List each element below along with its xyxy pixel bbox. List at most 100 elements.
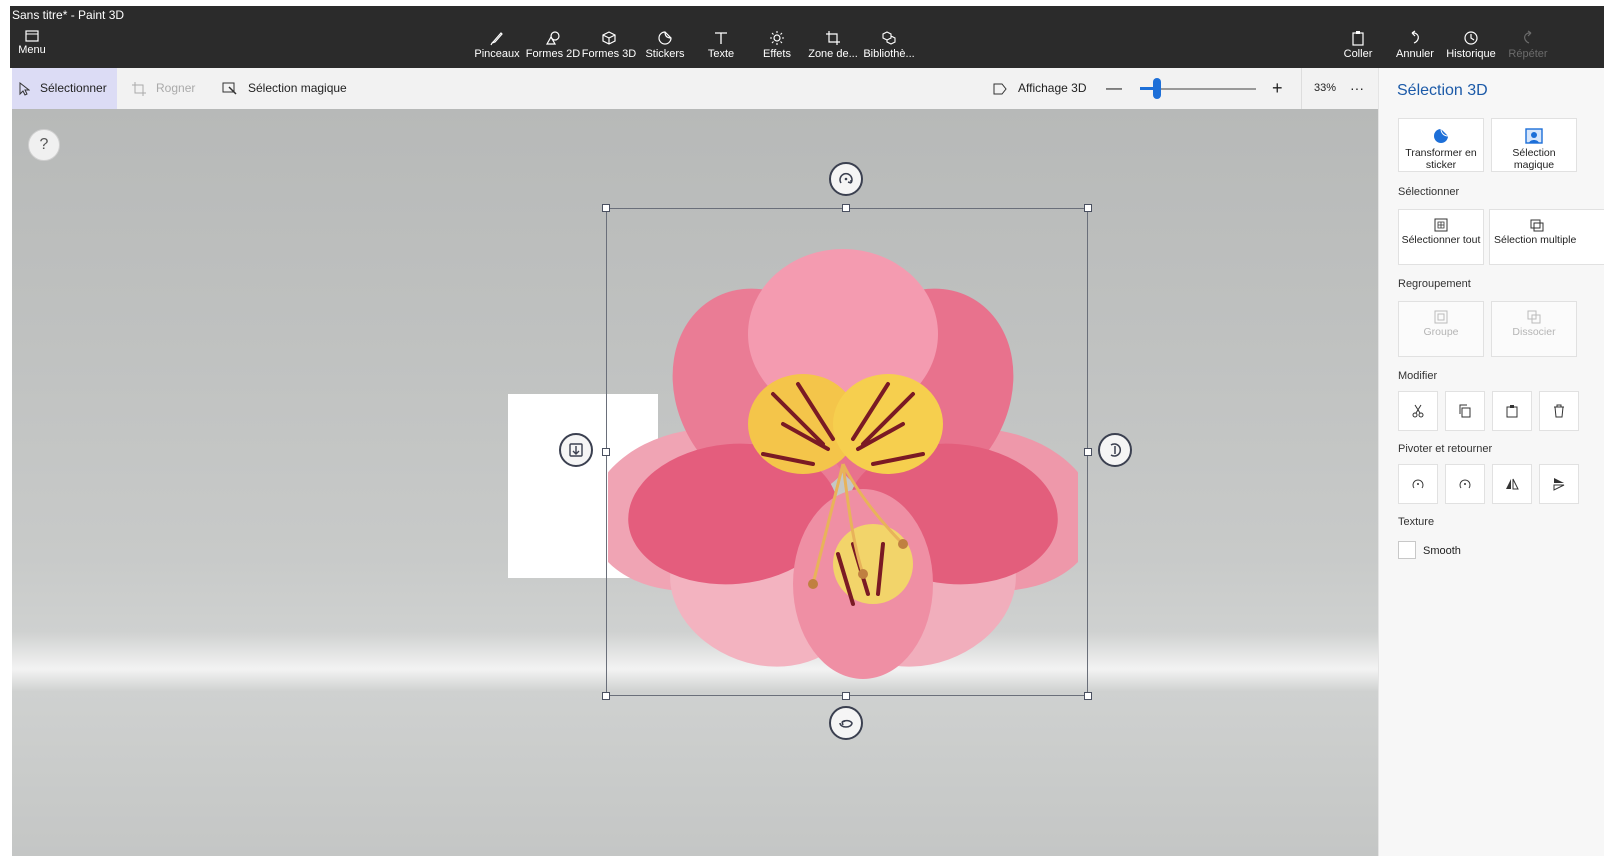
rotate-z-control[interactable] [829, 706, 863, 740]
tool-label: Zone de... [808, 48, 858, 60]
paste-button[interactable]: Coller [1330, 24, 1386, 68]
tool-library[interactable]: Bibliothè... [861, 24, 917, 68]
cut-button[interactable] [1398, 391, 1438, 431]
resize-handle-right[interactable] [1084, 448, 1092, 456]
redo-label: Répéter [1508, 48, 1548, 60]
history-button[interactable]: Historique [1443, 24, 1499, 68]
top-ribbon: Menu Pinceaux Formes 2D Formes 3D Sticke… [10, 24, 1604, 68]
tool-label: Formes 3D [581, 48, 637, 60]
resize-handle-bottom-right[interactable] [1084, 692, 1092, 700]
undo-button[interactable]: Annuler [1387, 24, 1443, 68]
cube-icon [602, 31, 616, 45]
view-3d-toggle[interactable]: Affichage 3D [986, 68, 1087, 109]
flip-horizontal-button[interactable] [1492, 464, 1532, 504]
multi-select-button[interactable]: Sélection multiple [1489, 209, 1604, 265]
selection-toolbar: Sélectionner Rogner Sélection magique Af… [12, 68, 1406, 109]
select-all-button[interactable]: Sélectionner tout [1398, 209, 1484, 265]
delete-button[interactable] [1539, 391, 1579, 431]
select-tool[interactable]: Sélectionner [12, 68, 117, 109]
sticker-icon [1434, 128, 1449, 143]
cursor-icon [18, 81, 30, 96]
copy-icon [1459, 404, 1471, 418]
paint3d-window: Sans titre* - Paint 3D Menu Pinceaux For… [0, 0, 1604, 856]
tool-text[interactable]: Texte [693, 24, 749, 68]
magic-select-icon [1525, 128, 1543, 144]
view-3d-label: Affichage 3D [1018, 81, 1087, 95]
zoom-out-button[interactable]: — [1106, 68, 1122, 109]
tool-stickers[interactable]: Stickers [637, 24, 693, 68]
group-icon [1434, 310, 1448, 324]
tool-brushes[interactable]: Pinceaux [469, 24, 525, 68]
rotate-x-control[interactable] [829, 162, 863, 196]
crop-tool[interactable]: Rogner [126, 68, 195, 109]
rotate-y-control[interactable] [1098, 433, 1132, 467]
tool-label: Formes 2D [525, 48, 581, 60]
modify-section-label: Modifier [1398, 370, 1438, 382]
crop-icon [132, 81, 146, 96]
multi-select-label: Sélection multiple [1494, 234, 1577, 246]
undo-label: Annuler [1396, 48, 1434, 60]
zoom-percent: 33% [1301, 68, 1347, 109]
texture-section-label: Texture [1398, 516, 1435, 528]
resize-handle-left[interactable] [602, 448, 610, 456]
selection-3d-panel: Sélection 3D Transformer en sticker Séle… [1378, 68, 1604, 856]
zoom-slider-thumb[interactable] [1153, 78, 1162, 99]
tool-effects[interactable]: Effets [749, 24, 805, 68]
undo-icon [1411, 30, 1419, 44]
rotate-icon [839, 173, 853, 184]
rotate-left-button[interactable] [1398, 464, 1438, 504]
canvas-area[interactable]: ? [12, 109, 1406, 856]
history-label: Historique [1446, 48, 1496, 60]
paste-icon [1352, 31, 1364, 46]
group-label: Groupe [1423, 326, 1459, 338]
ungroup-icon [1527, 310, 1541, 324]
resize-handle-top-left[interactable] [602, 204, 610, 212]
ungroup-button[interactable]: Dissocier [1491, 301, 1577, 357]
tool-label: Bibliothè... [863, 48, 915, 60]
menu-label: Menu [18, 44, 46, 56]
selection-bounding-box[interactable] [606, 208, 1088, 696]
copy-button[interactable] [1445, 391, 1485, 431]
crop-label: Rogner [156, 81, 196, 95]
shapes-2d-icon [545, 31, 560, 45]
resize-handle-bottom[interactable] [842, 692, 850, 700]
select-section-label: Sélectionner [1398, 186, 1460, 198]
tool-shapes-3d[interactable]: Formes 3D [581, 24, 637, 68]
tool-label: Effets [763, 48, 791, 60]
rotate-right-button[interactable] [1445, 464, 1485, 504]
tool-canvas[interactable]: Zone de... [805, 24, 861, 68]
window-title: Sans titre* - Paint 3D [12, 8, 125, 22]
depth-control[interactable] [559, 433, 593, 467]
scissors-icon [1412, 404, 1424, 418]
text-icon [715, 32, 727, 44]
flip-horizontal-icon [1506, 478, 1519, 490]
panel-title: Sélection 3D [1397, 82, 1488, 99]
menu-button[interactable]: Menu [10, 24, 54, 68]
flip-vertical-button[interactable] [1539, 464, 1579, 504]
more-options-button[interactable]: ··· [1350, 68, 1364, 109]
help-button[interactable]: ? [28, 129, 60, 161]
smooth-checkbox[interactable] [1398, 541, 1416, 559]
redo-button[interactable]: Répéter [1500, 24, 1556, 68]
magic-select-icon [222, 82, 238, 96]
tool-shapes-2d[interactable]: Formes 2D [525, 24, 581, 68]
tool-label: Stickers [645, 48, 685, 60]
tool-label: Pinceaux [474, 48, 520, 60]
resize-handle-bottom-left[interactable] [602, 692, 610, 700]
magic-select-tool[interactable]: Sélection magique [216, 68, 347, 109]
rotate-right-icon [1459, 479, 1471, 489]
magic-select-panel-button[interactable]: Sélection magique [1491, 118, 1577, 172]
redo-icon [1524, 30, 1532, 44]
multi-select-icon [1530, 219, 1544, 232]
zoom-in-button[interactable]: + [1272, 68, 1283, 109]
resize-handle-top[interactable] [842, 204, 850, 212]
view-3d-icon [992, 82, 1008, 96]
flip-vertical-icon [1553, 478, 1565, 491]
more-icon: ··· [1350, 80, 1364, 96]
make-sticker-button[interactable]: Transformer en sticker [1398, 118, 1484, 172]
paste-panel-button[interactable] [1492, 391, 1532, 431]
resize-handle-top-right[interactable] [1084, 204, 1092, 212]
trash-icon [1554, 404, 1564, 418]
magic-select-label: Sélection magique [248, 81, 347, 95]
group-button[interactable]: Groupe [1398, 301, 1484, 357]
